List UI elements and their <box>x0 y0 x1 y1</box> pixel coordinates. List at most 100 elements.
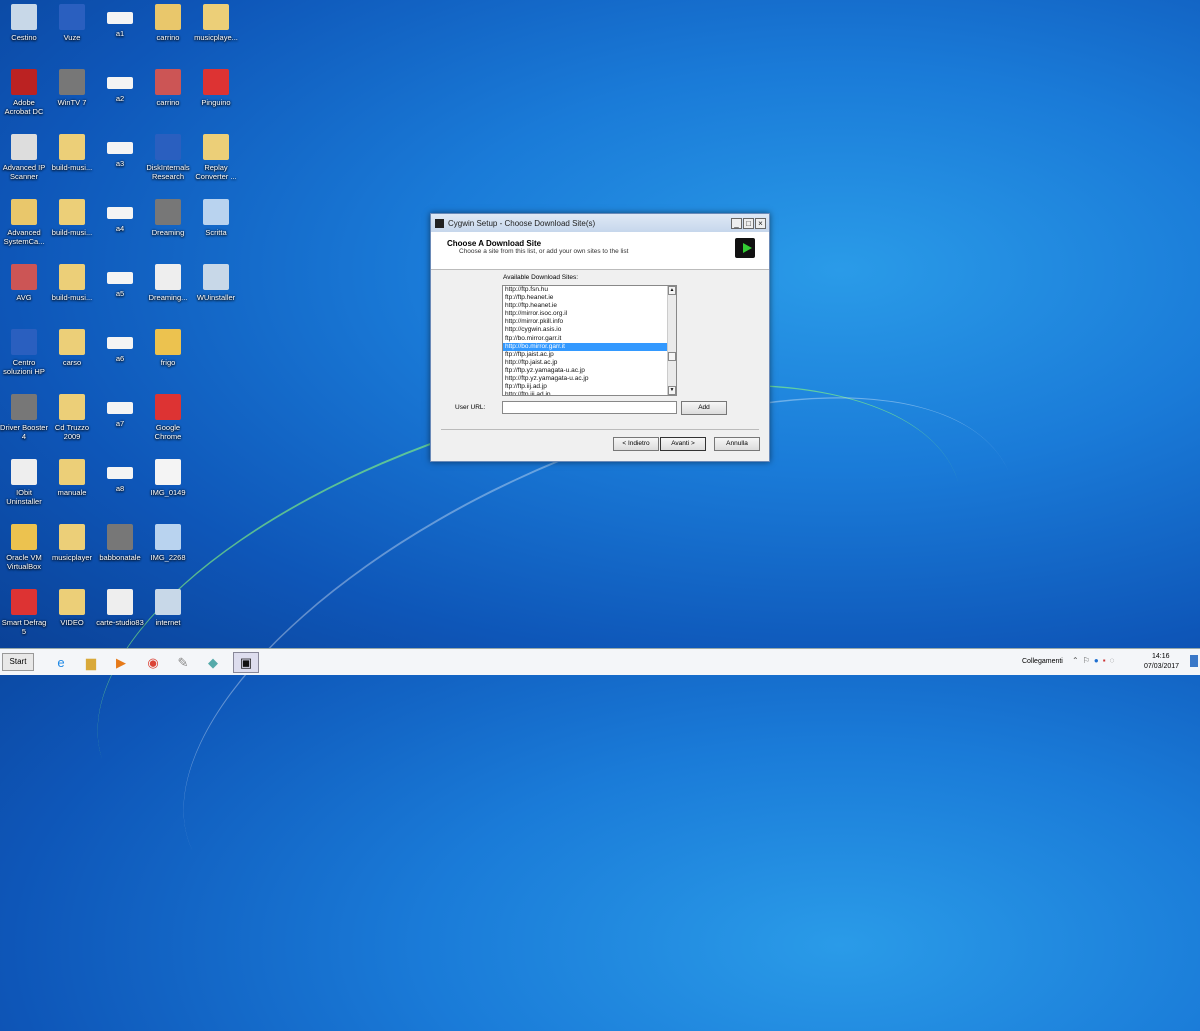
desktop-icon[interactable]: internet <box>144 585 192 627</box>
desktop-icon[interactable]: Dreaming... <box>144 260 192 302</box>
site-list-item[interactable]: http://ftp.heanet.ie <box>503 302 676 310</box>
desktop-icon[interactable]: a4 <box>96 195 144 233</box>
desktop-icon[interactable]: IMG_0149 <box>144 455 192 497</box>
title-bar[interactable]: Cygwin Setup - Choose Download Site(s) _… <box>431 214 769 232</box>
desktop-icon[interactable]: IObit Uninstaller <box>0 455 48 506</box>
desktop-icon[interactable]: a6 <box>96 325 144 363</box>
desktop-icon[interactable]: manuale <box>48 455 96 497</box>
desktop-icon[interactable]: Oracle VM VirtualBox <box>0 520 48 571</box>
cancel-button[interactable]: Annulla <box>714 437 760 451</box>
file-explorer-icon[interactable]: ▆ <box>78 652 104 673</box>
page-subheading: Choose a site from this list, or add you… <box>459 248 629 255</box>
desktop-icon[interactable]: build-musi... <box>48 260 96 302</box>
file-icon <box>155 69 181 95</box>
maximize-button[interactable]: □ <box>743 217 754 229</box>
desktop-icon[interactable]: carso <box>48 325 96 367</box>
file-icon <box>59 264 85 290</box>
site-list-item[interactable]: http://ftp.fsn.hu <box>503 286 676 294</box>
desktop-icon[interactable]: musicplayer <box>48 520 96 562</box>
desktop-icon[interactable]: frigo <box>144 325 192 367</box>
site-list-item[interactable]: ftp://ftp.yz.yamagata-u.ac.jp <box>503 367 676 375</box>
desktop-icon[interactable]: a1 <box>96 0 144 38</box>
close-button[interactable]: × <box>755 217 766 229</box>
site-list-item[interactable]: http://mirror.isoc.org.il <box>503 310 676 318</box>
app-icon[interactable]: ✎ <box>170 652 196 673</box>
desktop-icon[interactable]: DiskInternals Research <box>144 130 192 181</box>
desktop-icon[interactable]: a7 <box>96 390 144 428</box>
start-button[interactable]: Start <box>2 653 34 671</box>
desktop-icon[interactable]: carrino <box>144 65 192 107</box>
site-list-item[interactable]: ftp://bo.mirror.garr.it <box>503 335 676 343</box>
desktop-icon[interactable]: carrino <box>144 0 192 42</box>
desktop-icon[interactable]: Advanced SystemCa... <box>0 195 48 246</box>
desktop-icon[interactable]: WinTV 7 <box>48 65 96 107</box>
minimize-button[interactable]: _ <box>731 217 742 229</box>
site-list-item[interactable]: ftp://ftp.jaist.ac.jp <box>503 351 676 359</box>
desktop-icon[interactable]: VIDEO <box>48 585 96 627</box>
file-icon <box>203 134 229 160</box>
app-icon[interactable]: ◆ <box>200 652 226 673</box>
desktop-icon[interactable]: IMG_2268 <box>144 520 192 562</box>
site-list-item[interactable]: http://ftp.iij.ad.jp <box>503 391 676 395</box>
site-list-item[interactable]: http://bo.mirror.garr.it <box>503 342 676 351</box>
file-icon <box>107 272 133 284</box>
add-button[interactable]: Add <box>681 401 727 415</box>
next-button[interactable]: Avanti > <box>660 437 706 451</box>
desktop-icon[interactable]: babbonatale <box>96 520 144 562</box>
desktop-icon[interactable]: carte-studio83 <box>96 585 144 627</box>
desktop-icon[interactable]: build-musi... <box>48 195 96 237</box>
cygwin-logo-icon <box>735 238 755 258</box>
chrome-icon[interactable]: ◉ <box>140 652 166 673</box>
desktop-icon[interactable]: musicplaye... <box>192 0 240 42</box>
desktop-icon[interactable]: Vuze <box>48 0 96 42</box>
desktop-icon-label: Centro soluzioni HP <box>3 358 45 376</box>
desktop-icon[interactable]: a8 <box>96 455 144 493</box>
scroll-down-button[interactable]: ▼ <box>668 386 676 395</box>
desktop-icon[interactable]: a3 <box>96 130 144 168</box>
desktop-icon[interactable]: Driver Booster 4 <box>0 390 48 441</box>
desktop-icon[interactable]: Advanced IP Scanner <box>0 130 48 181</box>
desktop-icon[interactable]: AVG <box>0 260 48 302</box>
desktop-icon-label: babbonatale <box>99 553 141 562</box>
site-list-item[interactable]: http://ftp.jaist.ac.jp <box>503 359 676 367</box>
site-list-item[interactable]: http://ftp.yz.yamagata-u.ac.jp <box>503 375 676 383</box>
desktop-icon-label: Replay Converter ... <box>195 163 237 181</box>
tray-icons[interactable]: ⌃⚐●▪◌ <box>1072 656 1118 665</box>
scroll-up-button[interactable]: ▲ <box>668 286 676 295</box>
user-url-input[interactable] <box>502 401 677 414</box>
desktop-icon-label: Cestino <box>11 33 37 42</box>
desktop-icon[interactable]: Pinguino <box>192 65 240 107</box>
show-desktop-button[interactable] <box>1190 655 1198 667</box>
desktop-icon[interactable]: Dreaming <box>144 195 192 237</box>
desktop-icon[interactable]: Scritta <box>192 195 240 237</box>
back-button[interactable]: < Indietro <box>613 437 659 451</box>
desktop-icon[interactable]: a2 <box>96 65 144 103</box>
internet-explorer-icon[interactable]: e <box>48 652 74 673</box>
list-scrollbar[interactable]: ▲ ▼ <box>667 286 676 395</box>
desktop-icon[interactable]: WUinstaller <box>192 260 240 302</box>
list-label: Available Download Sites: <box>503 274 579 281</box>
site-list-item[interactable]: ftp://ftp.heanet.ie <box>503 294 676 302</box>
download-sites-list[interactable]: http://ftp.fsn.hu ftp://ftp.heanet.ie http… <box>502 285 677 396</box>
desktop-icon[interactable]: Cd Truzzo 2009 <box>48 390 96 441</box>
desktop-icon[interactable]: Centro soluzioni HP <box>0 325 48 376</box>
desktop-icon-label: manuale <box>57 488 87 497</box>
cygwin-taskbar-icon[interactable]: ▣ <box>233 652 259 673</box>
desktop-icon[interactable]: Replay Converter ... <box>192 130 240 181</box>
clock-date[interactable]: 07/03/2017 <box>1144 663 1179 670</box>
desktop-icon[interactable]: a5 <box>96 260 144 298</box>
clock-time[interactable]: 14:16 <box>1152 653 1170 660</box>
scroll-thumb[interactable] <box>668 352 676 361</box>
file-icon <box>11 69 37 95</box>
links-toolbar[interactable]: Collegamenti <box>1022 658 1063 665</box>
site-list-item[interactable]: http://cygwin.asis.io <box>503 326 676 334</box>
site-list-item[interactable]: http://mirror.pkill.info <box>503 318 676 326</box>
media-player-icon[interactable]: ▶ <box>108 652 134 673</box>
desktop-icon-label: Driver Booster 4 <box>0 423 48 441</box>
desktop-icon[interactable]: Google Chrome <box>144 390 192 441</box>
desktop-icon[interactable]: Adobe Acrobat DC <box>0 65 48 116</box>
desktop-icon[interactable]: Smart Defrag 5 <box>0 585 48 636</box>
site-list-item[interactable]: ftp://ftp.iij.ad.jp <box>503 383 676 391</box>
desktop-icon[interactable]: Cestino <box>0 0 48 42</box>
desktop-icon[interactable]: build-musi... <box>48 130 96 172</box>
